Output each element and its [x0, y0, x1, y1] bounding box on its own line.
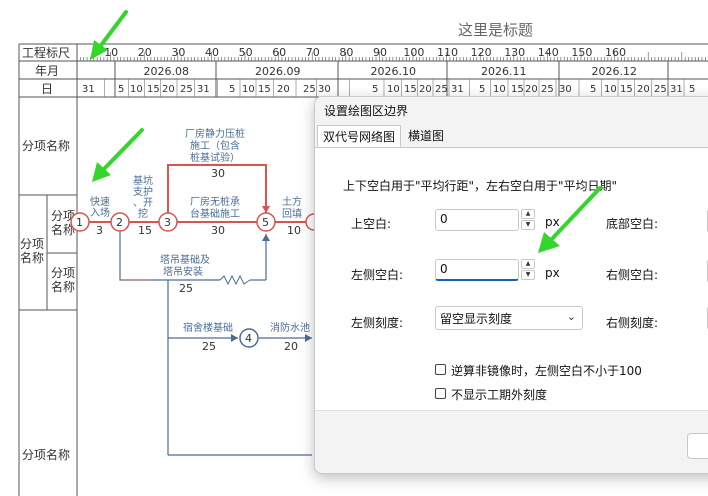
annotation-arrow-dialog [538, 186, 602, 253]
dialog-annotation-arrow-layer [538, 186, 602, 253]
